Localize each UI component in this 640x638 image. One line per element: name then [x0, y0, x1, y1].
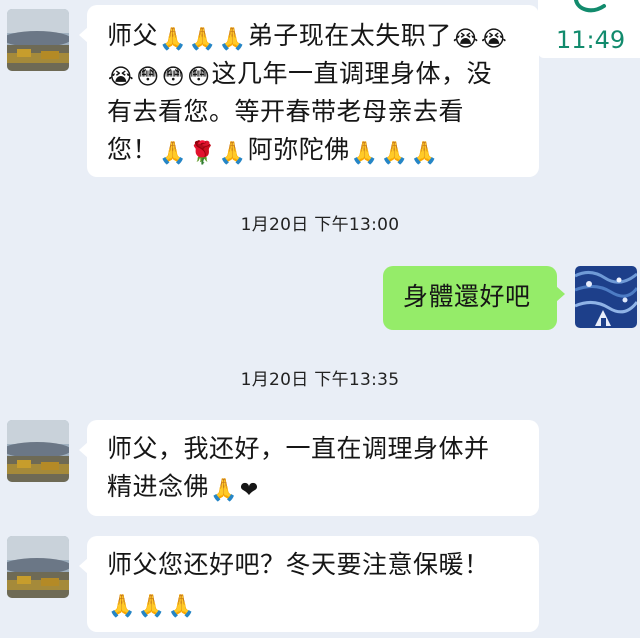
pray-emoji-icon: 🙏	[108, 594, 136, 619]
sender-avatar[interactable]	[7, 420, 69, 482]
pray-emoji-icon: 🙏	[218, 27, 247, 52]
message-bubble[interactable]: 身體還好吧	[383, 266, 565, 330]
flushed-emoji-icon: 😳	[161, 65, 186, 90]
status-clock: 11:49	[556, 26, 626, 54]
message-line: 身體還好吧	[403, 278, 537, 316]
starry-night-avatar-icon	[575, 266, 637, 328]
message-bubble[interactable]: 师父您还好吧？冬天要注意保暖！ 🙏🙏🙏	[79, 536, 539, 632]
pray-emoji-icon: 🙏	[410, 141, 439, 166]
message-line: 师父，我还好，一直在调理身体并	[107, 430, 519, 468]
message-line: 您！🙏🌹🙏阿弥陀佛🙏🙏🙏	[107, 131, 519, 169]
red-heart-emoji-icon: ❤	[239, 478, 259, 503]
pray-emoji-icon: 🙏	[159, 141, 187, 166]
loudly-crying-emoji-icon: 😭	[108, 65, 135, 90]
landscape-avatar-icon	[7, 536, 69, 598]
loudly-crying-emoji-icon: 😭	[480, 27, 508, 52]
message-text: 精进念佛	[107, 472, 210, 501]
pray-emoji-icon: 🙏	[188, 27, 217, 52]
flushed-emoji-icon: 😳	[136, 65, 160, 90]
own-avatar[interactable]	[575, 266, 637, 328]
sender-avatar[interactable]	[7, 536, 69, 598]
landscape-avatar-icon	[7, 9, 69, 71]
sender-avatar[interactable]	[7, 9, 69, 71]
message-line: 😭😳😳😳这几年一直调理身体，没	[107, 55, 519, 93]
message-text: 师父您还好吧？冬天要注意保暖！	[107, 550, 490, 579]
pray-emoji-icon: 🙏	[218, 141, 247, 166]
pray-emoji-icon: 🙏	[167, 594, 196, 619]
message-text: 这几年一直调理身体，没	[211, 59, 493, 88]
message-text: 弟子现在太失职了	[247, 21, 452, 50]
message-text: 师父	[107, 21, 159, 50]
message-text: 阿弥陀佛	[247, 135, 350, 164]
message-text: 师父，我还好，一直在调理身体并	[107, 434, 490, 463]
message-text: 有去看您。等开春带老母亲去看	[107, 97, 465, 126]
rose-emoji-icon: 🌹	[188, 141, 217, 166]
loudly-crying-emoji-icon: 😭	[452, 27, 479, 52]
wave-icon	[574, 0, 606, 13]
message-line: 师父🙏🙏🙏弟子现在太失职了😭😭	[107, 17, 519, 55]
message-line: 精进念佛🙏❤	[107, 468, 519, 506]
flushed-emoji-icon: 😳	[187, 65, 211, 90]
pray-emoji-icon: 🙏	[210, 478, 238, 503]
message-bubble[interactable]: 师父🙏🙏🙏弟子现在太失职了😭😭 😭😳😳😳这几年一直调理身体，没 有去看您。等开春…	[79, 5, 539, 177]
timestamp-separator: 1月20日 下午13:35	[240, 370, 400, 390]
message-line: 🙏🙏🙏	[107, 584, 519, 622]
timestamp-separator: 1月20日 下午13:00	[240, 215, 400, 235]
pray-emoji-icon: 🙏	[350, 141, 379, 166]
message-line: 师父您还好吧？冬天要注意保暖！	[107, 546, 519, 584]
message-text: 身體還好吧	[403, 282, 531, 311]
message-line: 有去看您。等开春带老母亲去看	[107, 93, 519, 131]
pray-emoji-icon: 🙏	[137, 594, 166, 619]
landscape-avatar-icon	[7, 420, 69, 482]
message-text: 您！	[107, 135, 159, 164]
pray-emoji-icon: 🙏	[159, 27, 187, 52]
message-bubble[interactable]: 师父，我还好，一直在调理身体并 精进念佛🙏❤	[79, 420, 539, 516]
pray-emoji-icon: 🙏	[380, 141, 409, 166]
